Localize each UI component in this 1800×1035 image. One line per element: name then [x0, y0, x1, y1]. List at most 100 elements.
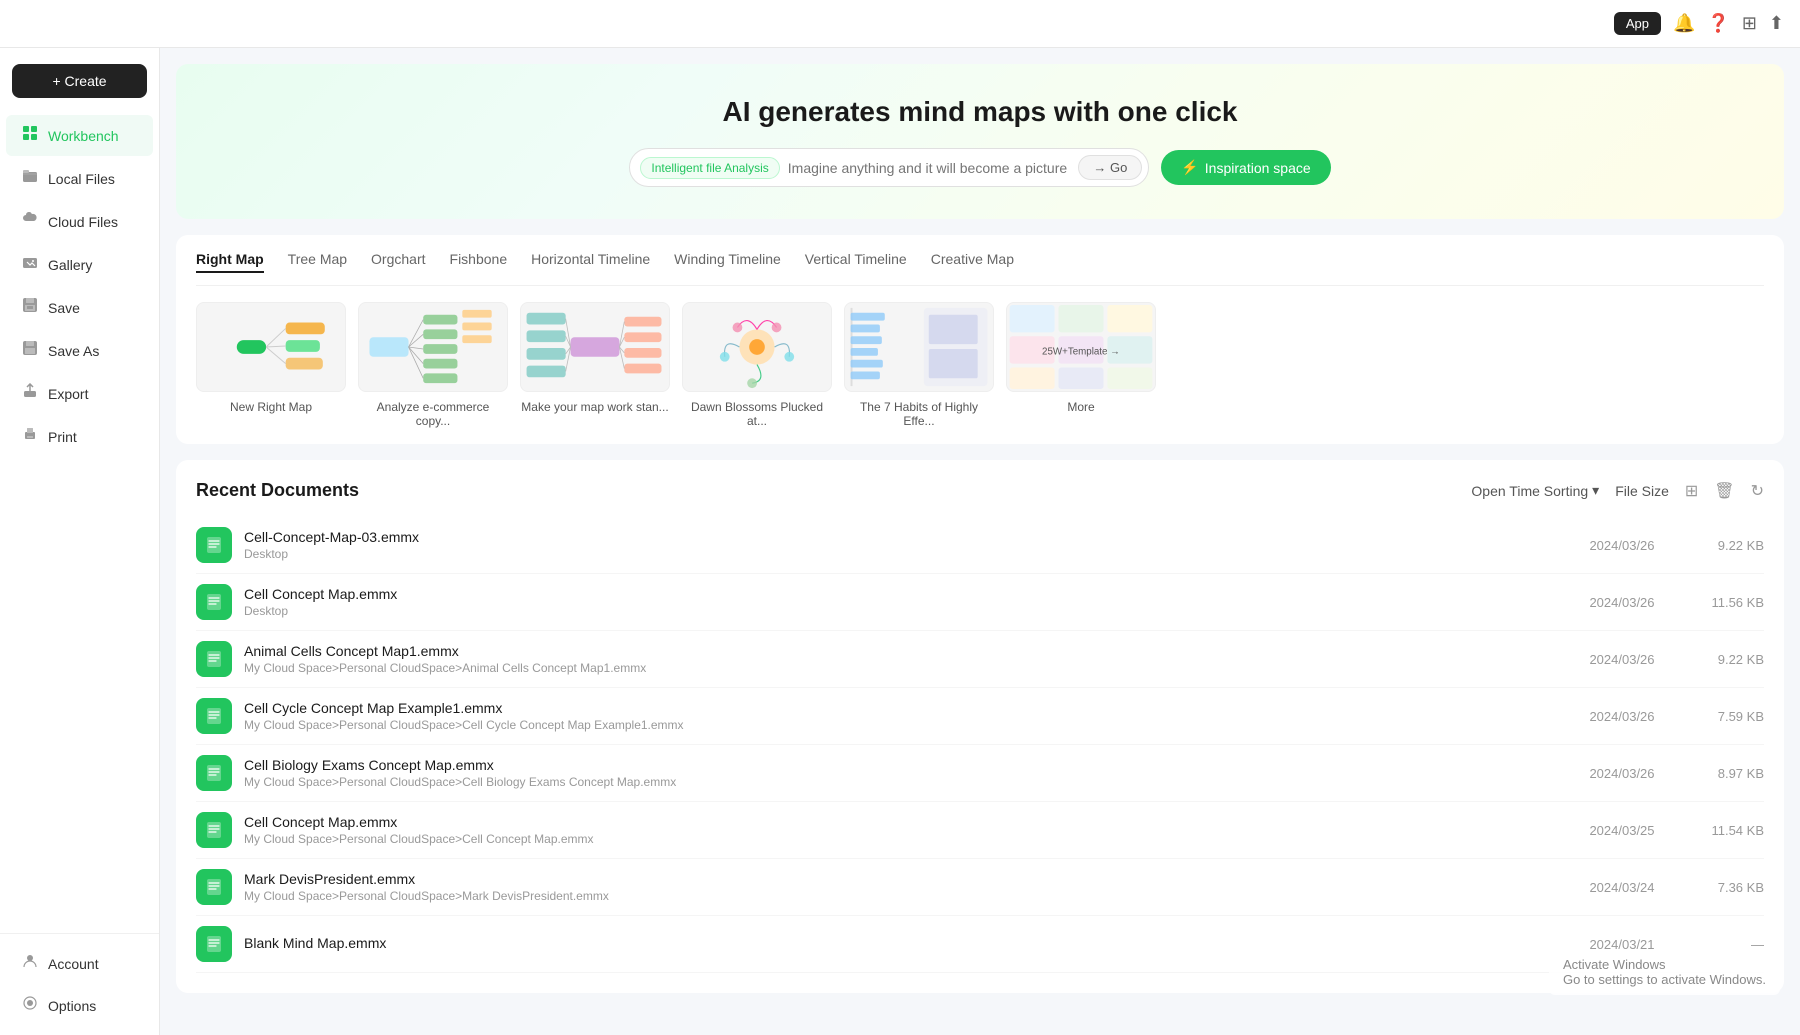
options-icon: [22, 995, 38, 1016]
activate-line2: Go to settings to activate Windows.: [1563, 972, 1766, 987]
doc-path: My Cloud Space>Personal CloudSpace>Cell …: [244, 832, 1560, 846]
doc-icon: [196, 869, 232, 905]
save-as-icon: [22, 340, 38, 361]
documents-list: Cell-Concept-Map-03.emmx Desktop 2024/03…: [196, 517, 1764, 973]
table-row[interactable]: Cell Biology Exams Concept Map.emmx My C…: [196, 745, 1764, 802]
tab-vertical-timeline[interactable]: Vertical Timeline: [805, 251, 907, 273]
tab-orgchart[interactable]: Orgchart: [371, 251, 425, 273]
inspiration-label: Inspiration space: [1205, 160, 1311, 176]
sidebar-label-cloud-files: Cloud Files: [48, 214, 118, 230]
template-card-make-map[interactable]: Make your map work stan...: [520, 302, 670, 428]
sidebar-item-account[interactable]: Account: [6, 943, 153, 984]
input-tag: Intelligent file Analysis: [640, 157, 779, 179]
doc-info: Cell-Concept-Map-03.emmx Desktop: [244, 529, 1560, 561]
sidebar-item-cloud-files[interactable]: Cloud Files: [6, 201, 153, 242]
inspiration-button[interactable]: ⚡ Inspiration space: [1161, 150, 1330, 185]
sort-button[interactable]: Open Time Sorting ▾: [1471, 482, 1599, 499]
create-button[interactable]: + Create: [12, 64, 147, 98]
tab-tree-map[interactable]: Tree Map: [288, 251, 347, 273]
delete-button[interactable]: 🗑: [1714, 481, 1734, 501]
template-thumb-more: 25W+Template →: [1006, 302, 1156, 392]
save-icon: [22, 297, 38, 318]
doc-name: Animal Cells Concept Map1.emmx: [244, 643, 1560, 659]
template-card-more[interactable]: 25W+Template → More: [1006, 302, 1156, 428]
tab-horizontal-timeline[interactable]: Horizontal Timeline: [531, 251, 650, 273]
grid-view-button[interactable]: ⊞: [1685, 481, 1698, 501]
recent-header: Recent Documents Open Time Sorting ▾ Fil…: [196, 480, 1764, 501]
sidebar-label-account: Account: [48, 956, 99, 972]
hero-input-row: Intelligent file Analysis → Go ⚡ Inspira…: [200, 148, 1760, 187]
grid-icon[interactable]: ⊞: [1742, 13, 1757, 34]
template-card-dawn-blossoms[interactable]: Dawn Blossoms Plucked at...: [682, 302, 832, 428]
table-row[interactable]: Mark DevisPresident.emmx My Cloud Space>…: [196, 859, 1764, 916]
sidebar-item-workbench[interactable]: Workbench: [6, 115, 153, 156]
doc-icon: [196, 584, 232, 620]
tab-winding-timeline[interactable]: Winding Timeline: [674, 251, 781, 273]
sidebar-label-local-files: Local Files: [48, 171, 115, 187]
table-row[interactable]: Cell-Concept-Map-03.emmx Desktop 2024/03…: [196, 517, 1764, 574]
doc-path: My Cloud Space>Personal CloudSpace>Cell …: [244, 718, 1560, 732]
doc-path: My Cloud Space>Personal CloudSpace>Mark …: [244, 889, 1560, 903]
hero-input-wrapper: Intelligent file Analysis → Go: [629, 148, 1149, 187]
tab-right-map[interactable]: Right Map: [196, 251, 264, 273]
hero-search-input[interactable]: [788, 160, 1071, 176]
sidebar-item-options[interactable]: Options: [6, 985, 153, 1026]
sidebar-label-save-as: Save As: [48, 343, 99, 359]
doc-info: Animal Cells Concept Map1.emmx My Cloud …: [244, 643, 1560, 675]
template-label-analyze-commerce: Analyze e-commerce copy...: [358, 400, 508, 428]
local-files-icon: [22, 168, 38, 189]
doc-info: Mark DevisPresident.emmx My Cloud Space>…: [244, 871, 1560, 903]
sidebar-item-print[interactable]: Print: [6, 416, 153, 457]
table-row[interactable]: Cell Concept Map.emmx My Cloud Space>Per…: [196, 802, 1764, 859]
template-label-dawn-blossoms: Dawn Blossoms Plucked at...: [682, 400, 832, 428]
doc-size: 9.22 KB: [1684, 538, 1764, 553]
tab-creative-map[interactable]: Creative Map: [931, 251, 1014, 273]
hero-banner: AI generates mind maps with one click In…: [176, 64, 1784, 219]
sidebar-item-local-files[interactable]: Local Files: [6, 158, 153, 199]
refresh-button[interactable]: ↻: [1751, 481, 1764, 501]
doc-path: My Cloud Space>Personal CloudSpace>Anima…: [244, 661, 1560, 675]
doc-name: Cell Cycle Concept Map Example1.emmx: [244, 700, 1560, 716]
template-card-7-habits[interactable]: The 7 Habits of Highly Effe...: [844, 302, 994, 428]
table-row[interactable]: Cell Cycle Concept Map Example1.emmx My …: [196, 688, 1764, 745]
templates-section: Right Map Tree Map Orgchart Fishbone Hor…: [176, 235, 1784, 444]
doc-name: Cell Concept Map.emmx: [244, 814, 1560, 830]
doc-icon: [196, 926, 232, 962]
hero-title: AI generates mind maps with one click: [200, 96, 1760, 128]
doc-date: 2024/03/26: [1572, 766, 1672, 781]
bell-icon[interactable]: 🔔: [1673, 13, 1695, 34]
upload-icon[interactable]: ⬆: [1769, 13, 1784, 34]
template-label-7-habits: The 7 Habits of Highly Effe...: [844, 400, 994, 428]
table-row[interactable]: Animal Cells Concept Map1.emmx My Cloud …: [196, 631, 1764, 688]
doc-icon: [196, 527, 232, 563]
go-button[interactable]: → Go: [1078, 155, 1142, 180]
doc-size: 11.54 KB: [1684, 823, 1764, 838]
sidebar-label-save: Save: [48, 300, 80, 316]
doc-size: 7.36 KB: [1684, 880, 1764, 895]
sidebar-item-save[interactable]: Save: [6, 287, 153, 328]
doc-name: Mark DevisPresident.emmx: [244, 871, 1560, 887]
svg-text:25W+Template →: 25W+Template →: [1042, 346, 1120, 357]
table-row[interactable]: Blank Mind Map.emmx 2024/03/21 —: [196, 916, 1764, 973]
question-icon[interactable]: ❓: [1707, 13, 1729, 34]
doc-date: 2024/03/26: [1572, 652, 1672, 667]
main-layout: + Create Workbench Local Files Cloud Fil…: [0, 48, 1800, 1035]
doc-info: Cell Cycle Concept Map Example1.emmx My …: [244, 700, 1560, 732]
table-row[interactable]: Cell Concept Map.emmx Desktop 2024/03/26…: [196, 574, 1764, 631]
doc-size: 8.97 KB: [1684, 766, 1764, 781]
template-label-new-right-map: New Right Map: [196, 400, 346, 414]
sidebar-item-save-as[interactable]: Save As: [6, 330, 153, 371]
sidebar: + Create Workbench Local Files Cloud Fil…: [0, 48, 160, 1035]
template-card-new-right-map[interactable]: New Right Map: [196, 302, 346, 428]
template-thumb-habits: [844, 302, 994, 392]
app-button[interactable]: App: [1614, 12, 1661, 35]
file-size-label: File Size: [1615, 483, 1669, 499]
sidebar-label-workbench: Workbench: [48, 128, 119, 144]
sidebar-item-gallery[interactable]: Gallery: [6, 244, 153, 285]
doc-path: Desktop: [244, 547, 1560, 561]
sidebar-item-export[interactable]: Export: [6, 373, 153, 414]
template-card-analyze-commerce[interactable]: Analyze e-commerce copy...: [358, 302, 508, 428]
tabs-row: Right Map Tree Map Orgchart Fishbone Hor…: [196, 251, 1764, 286]
sidebar-label-export: Export: [48, 386, 88, 402]
tab-fishbone[interactable]: Fishbone: [450, 251, 508, 273]
